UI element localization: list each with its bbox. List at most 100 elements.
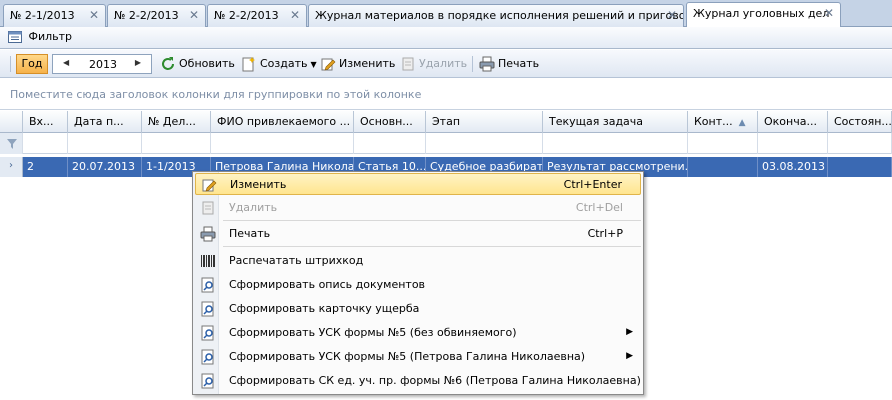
menu-item-label: Печать (229, 227, 271, 240)
row-indicator[interactable]: › (0, 157, 23, 177)
column-title: № Дел... (148, 115, 196, 128)
menu-item-usk-form5-petrova[interactable]: Сформировать УСК формы №5 (Петрова Галин… (195, 346, 641, 368)
column-header[interactable]: Текущая задача (543, 111, 688, 133)
column-header[interactable]: ФИО привлекаемого ... (211, 111, 354, 133)
menu-separator (223, 246, 641, 247)
close-icon[interactable]: ✕ (290, 8, 300, 22)
filter-icon (8, 31, 22, 43)
year-button[interactable]: Год (16, 54, 48, 74)
create-icon (242, 57, 255, 72)
menu-item-shortcut: Ctrl+Enter (563, 178, 622, 191)
report-icon (201, 325, 214, 341)
next-year-icon[interactable]: ▶ (135, 58, 141, 67)
tab-case-2-1[interactable]: № 2-1/2013 ✕ (3, 4, 106, 27)
column-header[interactable]: Дата п... (68, 111, 142, 133)
tab-case-2-2[interactable]: № 2-2/2013 ✕ (107, 4, 206, 27)
filter-cell[interactable] (23, 133, 68, 154)
menu-item-edit[interactable]: Изменить Ctrl+Enter (195, 173, 641, 195)
column-header[interactable]: Основн... (354, 111, 426, 133)
edit-button[interactable]: Изменить (320, 55, 395, 73)
cell-end-date: 03.08.2013 (758, 157, 828, 177)
report-icon (201, 349, 214, 365)
delete-icon (402, 57, 414, 71)
menu-item-damage-card[interactable]: Сформировать карточку ущерба (195, 298, 641, 320)
column-title: Основн... (360, 115, 413, 128)
tab-bar: № 2-1/2013 ✕ № 2-2/2013 ✕ № 2-2/2013 ✕ Ж… (0, 0, 892, 28)
column-title: Текущая задача (549, 115, 644, 128)
column-title: Этап (432, 115, 461, 128)
cell-date: 20.07.2013 (68, 157, 142, 177)
print-label: Печать (498, 57, 540, 70)
filter-cell[interactable] (354, 133, 426, 154)
delete-label: Удалить (419, 57, 468, 70)
menu-item-print-barcode[interactable]: Распечатать штрихкод (195, 250, 641, 272)
filter-row-indicator[interactable] (0, 133, 23, 154)
filter-cell[interactable] (68, 133, 142, 154)
menu-separator (223, 220, 641, 221)
column-header[interactable]: Состоян... (828, 111, 892, 133)
tab-materials-journal[interactable]: Журнал материалов в порядке исполнения р… (308, 4, 684, 27)
tab-label: № 2-2/2013 (214, 9, 279, 22)
print-button[interactable]: Печать (479, 55, 539, 73)
menu-item-usk-form5-no-defendant[interactable]: Сформировать УСК формы №5 (без обвиняемо… (195, 322, 641, 344)
refresh-button[interactable]: Обновить (160, 55, 235, 73)
menu-item-document-inventory[interactable]: Сформировать опись документов (195, 274, 641, 296)
filter-cell[interactable] (211, 133, 354, 154)
refresh-icon (162, 57, 174, 70)
grid-filter-row (0, 133, 892, 154)
tab-label: № 2-2/2013 (114, 9, 179, 22)
group-hint: Поместите сюда заголовок колонки для гру… (10, 88, 422, 101)
filter-cell[interactable] (426, 133, 543, 154)
menu-item-shortcut: Ctrl+P (587, 227, 623, 240)
column-header[interactable]: Конт... ▲ (688, 111, 758, 133)
edit-label: Изменить (339, 57, 396, 70)
funnel-icon (7, 139, 17, 149)
delete-button[interactable]: Удалить (400, 55, 467, 73)
menu-item-delete[interactable]: Удалить Ctrl+Del (195, 197, 641, 219)
column-header[interactable]: Оконча... (758, 111, 828, 133)
refresh-label: Обновить (179, 57, 235, 70)
cell-incoming-number: 2 (23, 157, 68, 177)
column-header[interactable]: Вх... (23, 111, 68, 133)
column-header[interactable]: Этап (426, 111, 543, 133)
report-icon (201, 373, 214, 389)
create-label: Создать (260, 57, 308, 70)
create-button[interactable]: Создать ▼ (241, 55, 317, 73)
year-spinner[interactable]: ◀ 2013 ▶ (52, 54, 152, 74)
filter-cell[interactable] (828, 133, 892, 154)
menu-item-shortcut: Ctrl+Del (575, 201, 623, 214)
tab-case-2-2b[interactable]: № 2-2/2013 ✕ (207, 4, 307, 27)
edit-icon (321, 58, 336, 71)
chevron-right-icon: › (9, 160, 13, 171)
column-header[interactable]: № Дел... (142, 111, 211, 133)
print-icon (200, 226, 216, 242)
close-icon[interactable]: ✕ (89, 8, 99, 22)
menu-item-label: Распечатать штрихкод (229, 254, 364, 267)
group-by-panel[interactable]: Поместите сюда заголовок колонки для гру… (0, 79, 892, 110)
column-title: Оконча... (764, 115, 817, 128)
toolbar-grip (10, 56, 11, 72)
tab-criminal-cases-journal[interactable]: Журнал уголовных дел ✕ (686, 2, 841, 28)
chevron-down-icon: ▼ (310, 60, 317, 69)
column-title: Дата п... (74, 115, 124, 128)
close-icon[interactable]: ✕ (667, 8, 677, 22)
barcode-icon (201, 255, 215, 267)
close-icon[interactable]: ✕ (189, 8, 199, 22)
menu-item-label: Сформировать СК ед. уч. пр. формы №6 (Пе… (229, 374, 641, 387)
menu-item-label: Сформировать карточку ущерба (229, 302, 420, 315)
menu-item-sk-form6-petrova[interactable]: Сформировать СК ед. уч. пр. формы №6 (Пе… (195, 370, 641, 392)
filter-cell[interactable] (543, 133, 688, 154)
filter-button[interactable]: Фильтр (8, 30, 72, 43)
tab-label: Журнал материалов в порядке исполнения р… (315, 9, 684, 22)
menu-item-print[interactable]: Печать Ctrl+P (195, 223, 641, 245)
menu-item-label: Изменить (230, 178, 287, 191)
report-icon (201, 301, 214, 317)
filter-cell[interactable] (688, 133, 758, 154)
cell-state (828, 157, 892, 177)
filter-cell[interactable] (142, 133, 211, 154)
grid-header: Вх... Дата п... № Дел... ФИО привлекаемо… (0, 111, 892, 133)
tab-label: Журнал уголовных дел (693, 7, 830, 20)
filter-cell[interactable] (758, 133, 828, 154)
edit-icon (202, 179, 217, 192)
close-icon[interactable]: ✕ (824, 6, 834, 20)
